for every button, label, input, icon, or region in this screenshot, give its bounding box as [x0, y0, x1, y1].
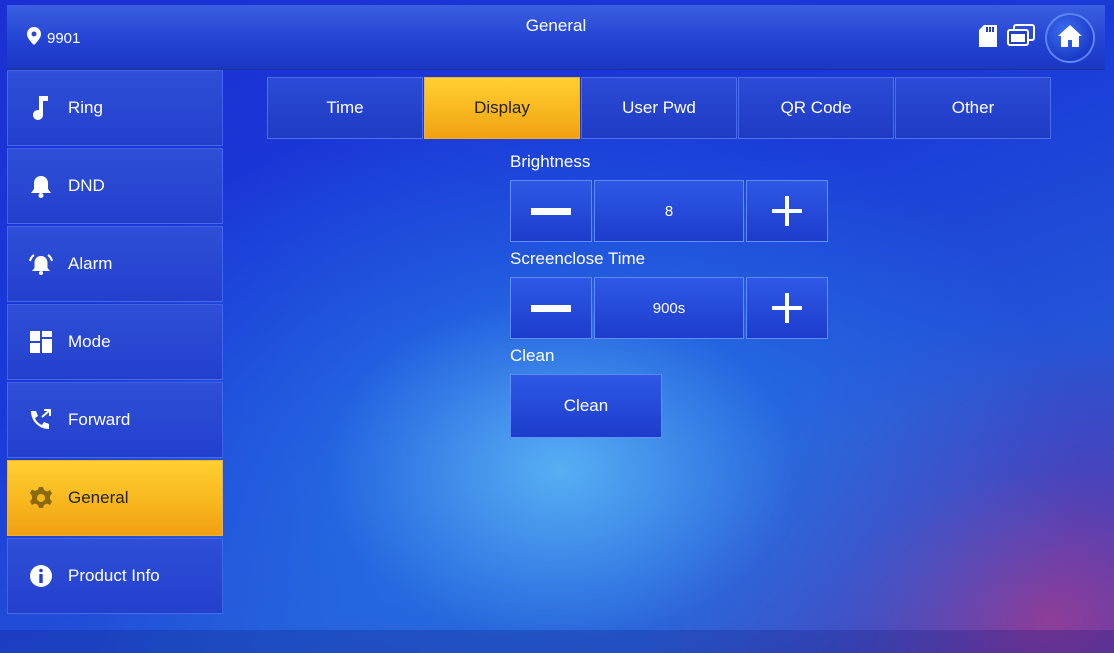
sidebar-item-alarm[interactable]: Alarm	[7, 226, 223, 302]
top-bar: 9901 General	[7, 5, 1105, 70]
screenclose-decrease-button[interactable]	[510, 277, 592, 339]
tab-display[interactable]: Display	[424, 77, 580, 139]
sidebar-item-dnd[interactable]: DND	[7, 148, 223, 224]
sidebar-item-label: Ring	[68, 98, 103, 117]
minus-icon	[531, 304, 571, 312]
screens-icon	[1007, 23, 1035, 53]
tab-bar: Time Display User Pwd QR Code Other	[267, 77, 1052, 139]
sidebar-item-ring[interactable]: Ring	[7, 70, 223, 146]
plus-icon	[772, 293, 802, 323]
sidebar-item-label: Forward	[68, 410, 131, 429]
screenclose-value: 900s	[594, 277, 744, 339]
tab-qr-code[interactable]: QR Code	[738, 77, 894, 139]
plus-icon	[772, 196, 802, 226]
page-title: General	[525, 16, 587, 35]
sidebar-item-mode[interactable]: Mode	[7, 304, 223, 380]
sidebar-item-label: General	[68, 488, 129, 507]
gear-icon	[28, 485, 54, 511]
bottom-bar	[0, 630, 1114, 653]
tab-time[interactable]: Time	[267, 77, 423, 139]
clean-label: Clean	[510, 346, 555, 365]
sidebar-item-forward[interactable]: Forward	[7, 382, 223, 458]
sidebar-item-label: Product Info	[68, 566, 160, 585]
brightness-decrease-button[interactable]	[510, 180, 592, 242]
brightness-stepper: 8	[510, 180, 828, 242]
sidebar-item-general[interactable]: General	[7, 460, 223, 536]
clean-button[interactable]: Clean	[510, 374, 662, 438]
minus-icon	[531, 207, 571, 215]
screenclose-increase-button[interactable]	[746, 277, 828, 339]
screenclose-stepper: 900s	[510, 277, 828, 339]
screenclose-label: Screenclose Time	[510, 249, 646, 268]
home-icon	[1057, 24, 1083, 53]
brightness-value: 8	[594, 180, 744, 242]
alarm-icon	[28, 251, 54, 277]
music-note-icon	[28, 95, 54, 121]
info-icon	[28, 563, 54, 589]
grid-icon	[28, 329, 54, 355]
sidebar-item-label: DND	[68, 176, 105, 195]
sidebar-item-label: Mode	[68, 332, 111, 351]
sidebar-item-label: Alarm	[68, 254, 113, 273]
tab-other[interactable]: Other	[895, 77, 1051, 139]
bell-icon	[28, 173, 54, 199]
tab-user-pwd[interactable]: User Pwd	[581, 77, 737, 139]
forward-call-icon	[28, 407, 54, 433]
brightness-label: Brightness	[510, 152, 591, 171]
brightness-increase-button[interactable]	[746, 180, 828, 242]
home-button[interactable]	[1045, 13, 1095, 63]
sidebar: Ring DND Alarm Mode Forward General Prod…	[7, 70, 223, 616]
sidebar-item-product-info[interactable]: Product Info	[7, 538, 223, 614]
sd-card-icon	[979, 24, 997, 52]
